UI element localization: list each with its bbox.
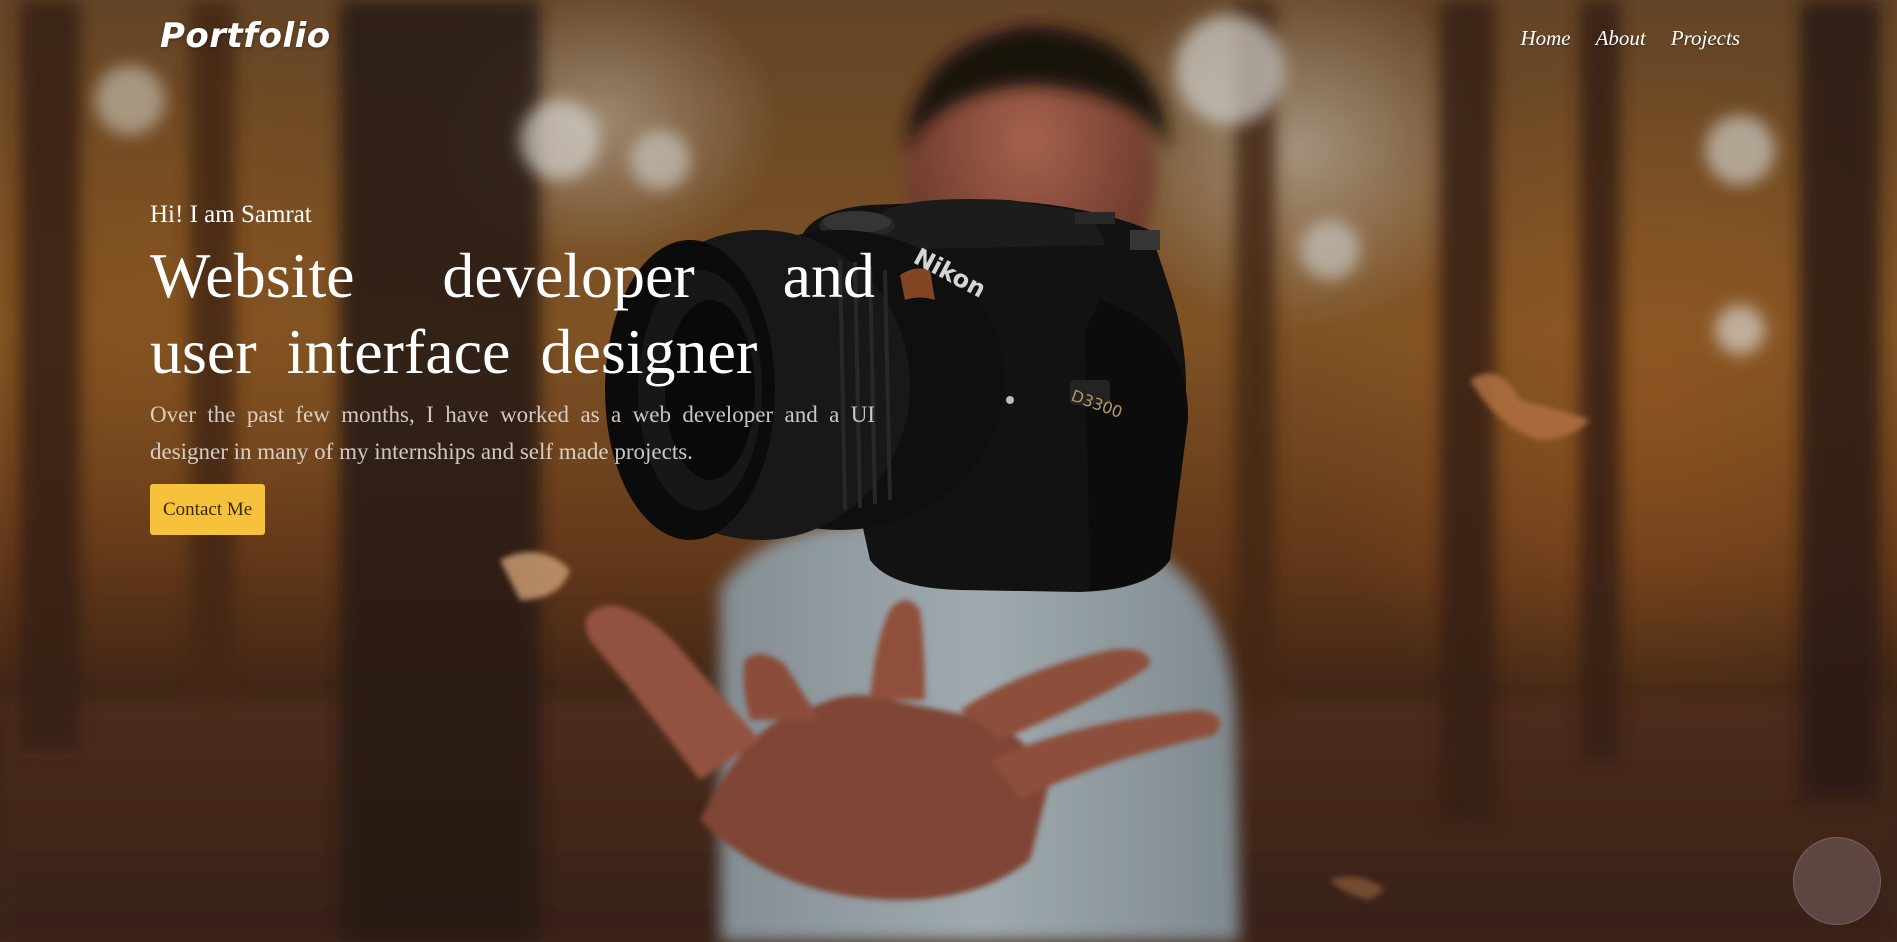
contact-me-button[interactable]: Contact Me (150, 484, 266, 535)
hero-section: Hi! I am Samrat Website developer and us… (150, 198, 875, 535)
hero-greeting: Hi! I am Samrat (150, 201, 312, 228)
nav-link-about[interactable]: About (1596, 26, 1646, 51)
hero-headline: Website developer and user interface des… (150, 240, 875, 387)
floating-chat-bubble[interactable] (1793, 837, 1881, 925)
portfolio-page: Nikon D3300 Portfolio Home About Project… (0, 0, 1897, 942)
site-logo[interactable]: Portfolio (160, 16, 331, 56)
hero-intro-text: Over the past few months, I have worked … (150, 402, 875, 464)
nav-link-projects[interactable]: Projects (1671, 26, 1740, 51)
nav-link-home[interactable]: Home (1520, 26, 1570, 51)
main-nav: Home About Projects (1520, 26, 1740, 51)
